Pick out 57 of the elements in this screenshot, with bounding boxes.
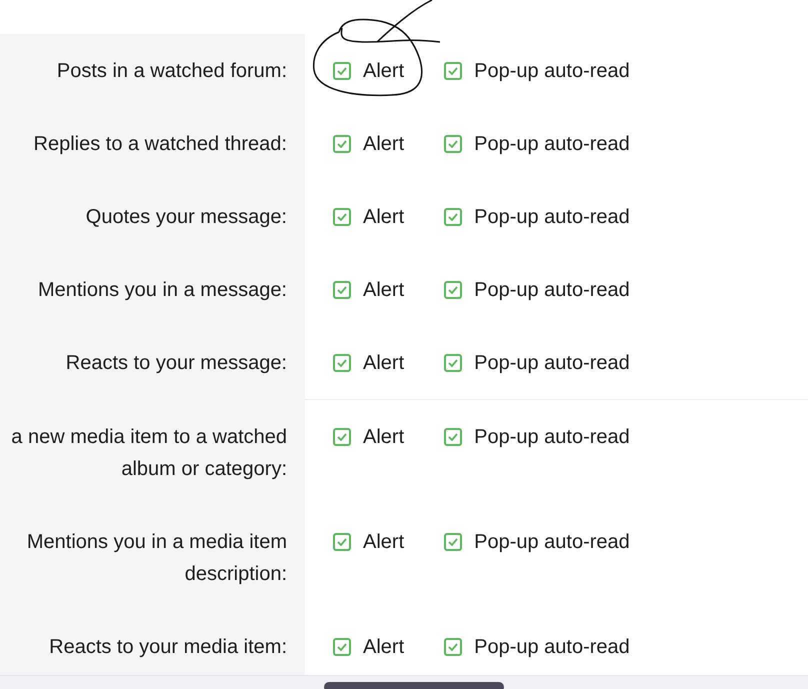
setting-label: Mentions you in a message: xyxy=(38,278,287,303)
checkbox[interactable] xyxy=(333,62,351,80)
check-icon xyxy=(337,538,347,546)
checkbox-option[interactable]: Pop-up auto-read xyxy=(444,526,630,558)
checkbox-option[interactable]: Alert xyxy=(333,347,404,379)
checkbox[interactable] xyxy=(444,62,462,80)
checkbox[interactable] xyxy=(444,135,462,153)
check-icon xyxy=(337,359,347,367)
check-icon xyxy=(448,286,458,294)
checkbox[interactable] xyxy=(333,281,351,299)
checkbox-option[interactable]: Pop-up auto-read xyxy=(444,347,630,379)
setting-label: Quotes your message: xyxy=(86,205,287,230)
checkbox[interactable] xyxy=(333,638,351,656)
scrollbar-thumb[interactable] xyxy=(324,682,504,689)
checkbox-option[interactable]: Pop-up auto-read xyxy=(444,631,630,663)
check-icon xyxy=(337,213,347,221)
setting-label: Reacts to your media item: xyxy=(49,635,287,660)
checkbox-option[interactable]: Pop-up auto-read xyxy=(444,201,630,233)
check-icon xyxy=(337,643,347,651)
check-icon xyxy=(337,140,347,148)
setting-label: Reacts to your message: xyxy=(66,351,287,376)
checkbox[interactable] xyxy=(444,533,462,551)
checkbox[interactable] xyxy=(333,533,351,551)
checkbox-option[interactable]: Alert xyxy=(333,201,404,233)
checkbox[interactable] xyxy=(444,354,462,372)
setting-label: Mentions you in a media item description: xyxy=(26,530,287,587)
checkbox-option[interactable]: Pop-up auto-read xyxy=(444,128,630,160)
check-icon xyxy=(337,433,347,441)
checkbox[interactable] xyxy=(333,354,351,372)
checkbox[interactable] xyxy=(333,428,351,446)
setting-label: Replies to a watched thread: xyxy=(34,132,287,157)
checkbox-option[interactable]: Pop-up auto-read xyxy=(444,55,630,87)
check-icon xyxy=(448,67,458,75)
checkbox[interactable] xyxy=(444,638,462,656)
checkbox[interactable] xyxy=(444,208,462,226)
setting-label: a new media item to a watched album or category: xyxy=(11,425,287,482)
check-icon xyxy=(448,538,458,546)
check-icon xyxy=(448,213,458,221)
checkbox[interactable] xyxy=(333,208,351,226)
checkbox[interactable] xyxy=(444,428,462,446)
check-icon xyxy=(337,286,347,294)
checkbox-option[interactable]: Alert xyxy=(333,421,404,453)
check-icon xyxy=(448,643,458,651)
check-icon xyxy=(337,67,347,75)
check-icon xyxy=(448,140,458,148)
check-icon xyxy=(448,433,458,441)
setting-label: Posts in a watched forum: xyxy=(56,59,287,84)
checkbox-option[interactable]: Alert xyxy=(333,55,404,87)
checkbox[interactable] xyxy=(444,281,462,299)
checkbox-option[interactable]: Alert xyxy=(333,526,404,558)
checkbox[interactable] xyxy=(333,135,351,153)
checkbox-option[interactable]: Alert xyxy=(333,631,404,663)
check-icon xyxy=(448,359,458,367)
checkbox-option[interactable]: Alert xyxy=(333,274,404,306)
checkbox-option[interactable]: Alert xyxy=(333,128,404,160)
checkbox-option[interactable]: Pop-up auto-read xyxy=(444,274,630,306)
checkbox-option[interactable]: Pop-up auto-read xyxy=(444,421,630,453)
